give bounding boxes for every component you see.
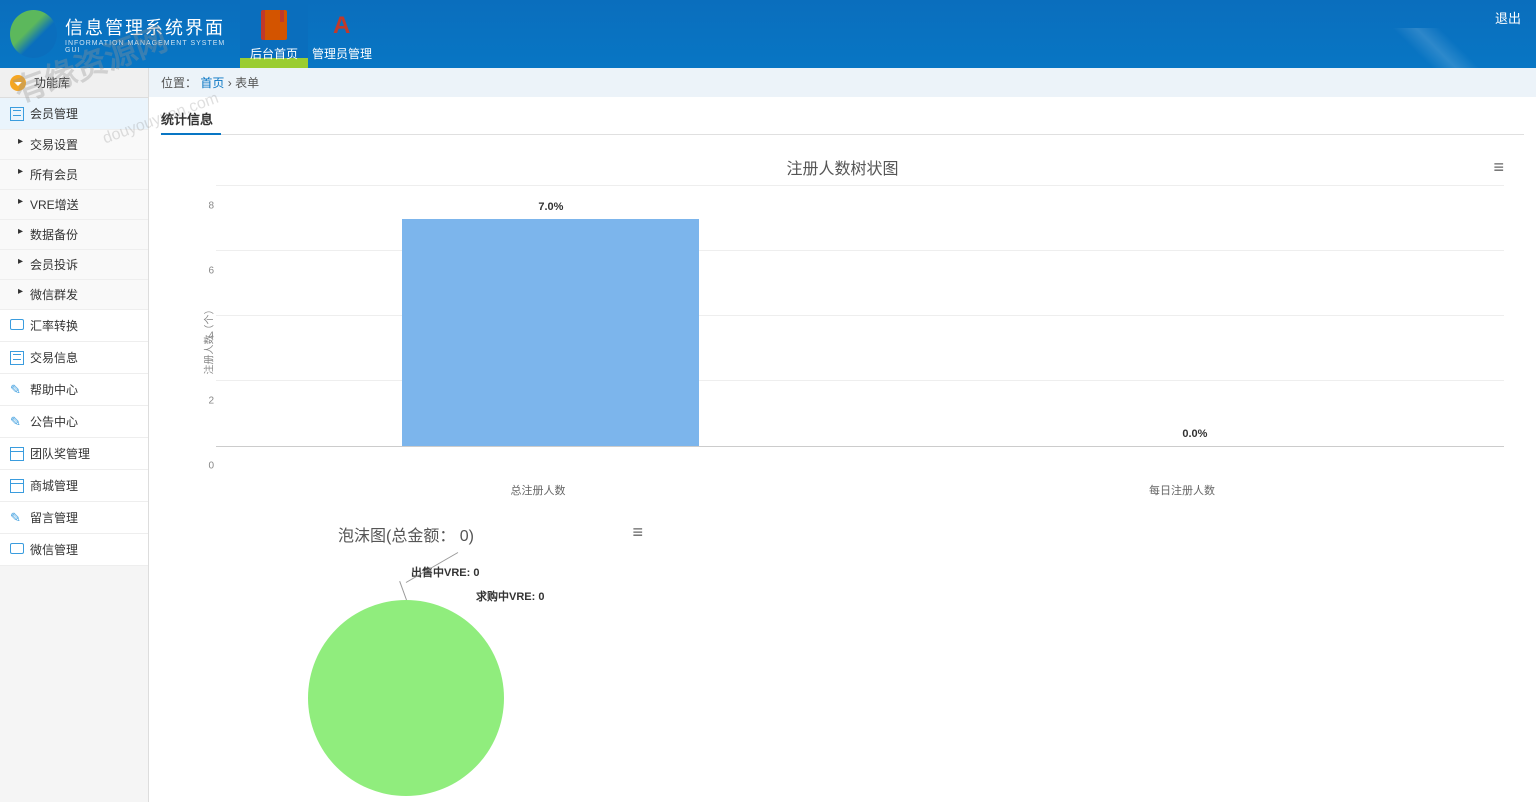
sidebar-group-2[interactable]: 交易信息 xyxy=(0,342,148,374)
sidebar-group-label: 汇率转换 xyxy=(30,317,78,334)
bar-chart-title: 注册人数树状图 xyxy=(181,155,1504,179)
sidebar-group-3[interactable]: 帮助中心 xyxy=(0,374,148,406)
breadcrumb-sep: › xyxy=(228,76,232,90)
breadcrumb-prefix: 位置： xyxy=(161,76,197,90)
collapse-icon xyxy=(10,75,26,91)
y-tick: 8 xyxy=(208,201,214,212)
chat-icon xyxy=(10,543,24,557)
sidebar-group-8[interactable]: 微信管理 xyxy=(0,534,148,566)
sidebar-group-label: 团队奖管理 xyxy=(30,445,90,462)
sidebar-subitem-0-1[interactable]: 所有会员 xyxy=(0,160,148,190)
sidebar-group-label: 会员管理 xyxy=(30,105,78,122)
y-tick: 2 xyxy=(208,396,214,407)
y-axis: 注册人数（个） 02468 xyxy=(181,187,216,477)
book-icon xyxy=(258,9,290,41)
logo-icon xyxy=(10,10,57,58)
chart-menu-icon[interactable]: ≡ xyxy=(1493,157,1504,178)
list-icon xyxy=(10,351,24,365)
list-icon xyxy=(10,107,24,121)
x-label-1: 每日注册人数 xyxy=(860,477,1504,498)
sidebar-group-label: 留言管理 xyxy=(30,509,78,526)
sidebar-group-label: 帮助中心 xyxy=(30,381,78,398)
plot-area: 7.0% 0.0% xyxy=(216,187,1504,447)
content: 位置： 首页 › 表单 统计信息 注册人数树状图 ≡ 注册人数（个） 02468… xyxy=(149,68,1536,802)
y-tick: 0 xyxy=(208,461,214,472)
pie-chart-title: 泡沫图(总金额： 0) xyxy=(161,518,651,550)
panel-divider xyxy=(161,134,1524,135)
sidebar-group-0[interactable]: 会员管理 xyxy=(0,98,148,130)
bar-label-1: 0.0% xyxy=(1182,428,1207,440)
sidebar-group-7[interactable]: 留言管理 xyxy=(0,502,148,534)
breadcrumb-current: 表单 xyxy=(235,76,259,90)
admin-icon xyxy=(326,9,358,41)
edit-icon xyxy=(10,511,24,525)
sidebar-header[interactable]: 功能库 xyxy=(0,68,148,98)
top-nav: 后台首页 管理员管理 xyxy=(240,0,376,68)
sidebar-group-label: 商城管理 xyxy=(30,477,78,494)
pie-chart: 泡沫图(总金额： 0) ≡ 出售中VRE: 0 求购中VRE: 0 xyxy=(161,518,651,790)
chat-icon xyxy=(10,319,24,333)
edit-icon xyxy=(10,415,24,429)
nav-home-label: 后台首页 xyxy=(250,45,298,62)
x-label-0: 总注册人数 xyxy=(216,477,860,498)
breadcrumb: 位置： 首页 › 表单 xyxy=(149,68,1536,97)
y-tick: 4 xyxy=(208,331,214,342)
logo-text: 信息管理系统界面 INFORMATION MANAGEMENT SYSTEM G… xyxy=(65,14,240,54)
app-subtitle: INFORMATION MANAGEMENT SYSTEM GUI xyxy=(65,40,240,54)
bar-group-0: 7.0% xyxy=(242,219,860,447)
header: 信息管理系统界面 INFORMATION MANAGEMENT SYSTEM G… xyxy=(0,0,1536,68)
nav-admin-label: 管理员管理 xyxy=(312,45,372,62)
edit-icon xyxy=(10,383,24,397)
sidebar: 功能库 会员管理交易设置所有会员VRE增送数据备份会员投诉微信群发汇率转换交易信… xyxy=(0,68,149,802)
bar-chart: 注册人数树状图 ≡ 注册人数（个） 02468 7.0%0.0% 总注册人数每日… xyxy=(161,145,1524,508)
logout-link[interactable]: 退出 xyxy=(1495,8,1521,27)
sidebar-group-4[interactable]: 公告中心 xyxy=(0,406,148,438)
pie-menu-icon[interactable]: ≡ xyxy=(632,522,643,543)
calendar-icon xyxy=(10,447,24,461)
sidebar-group-5[interactable]: 团队奖管理 xyxy=(0,438,148,470)
sidebar-group-1[interactable]: 汇率转换 xyxy=(0,310,148,342)
nav-home[interactable]: 后台首页 xyxy=(240,0,308,68)
pie-label-2: 求购中VRE: 0 xyxy=(476,588,544,604)
sidebar-group-label: 公告中心 xyxy=(30,413,78,430)
bar-label-0: 7.0% xyxy=(538,201,563,213)
sidebar-header-label: 功能库 xyxy=(34,74,70,91)
panel-title: 统计信息 xyxy=(161,109,213,134)
sidebar-subitem-0-5[interactable]: 微信群发 xyxy=(0,280,148,310)
bar-0[interactable]: 7.0% xyxy=(402,219,699,447)
sidebar-subitem-0-4[interactable]: 会员投诉 xyxy=(0,250,148,280)
sidebar-subitem-0-3[interactable]: 数据备份 xyxy=(0,220,148,250)
sidebar-group-label: 交易信息 xyxy=(30,349,78,366)
pie-slice[interactable] xyxy=(308,600,504,796)
nav-admin[interactable]: 管理员管理 xyxy=(308,0,376,68)
logo-area: 信息管理系统界面 INFORMATION MANAGEMENT SYSTEM G… xyxy=(0,10,240,58)
breadcrumb-home[interactable]: 首页 xyxy=(200,76,224,90)
sidebar-subitem-0-2[interactable]: VRE增送 xyxy=(0,190,148,220)
sidebar-subitem-0-0[interactable]: 交易设置 xyxy=(0,130,148,160)
x-axis: 总注册人数每日注册人数 xyxy=(181,477,1504,498)
y-tick: 6 xyxy=(208,266,214,277)
header-decoration xyxy=(1336,28,1536,68)
calendar-icon xyxy=(10,479,24,493)
sidebar-group-label: 微信管理 xyxy=(30,541,78,558)
app-title: 信息管理系统界面 xyxy=(65,14,240,40)
sidebar-group-6[interactable]: 商城管理 xyxy=(0,470,148,502)
